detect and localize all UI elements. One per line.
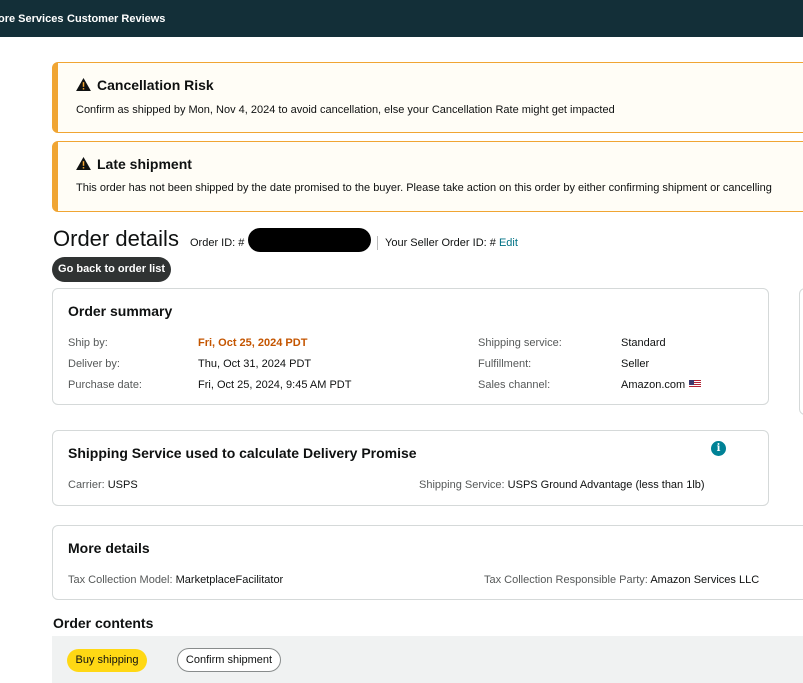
order-summary-title: Order summary: [68, 303, 173, 319]
seller-order-id: Your Seller Order ID: # Edit: [385, 237, 518, 249]
carrier-label: Carrier:: [68, 479, 105, 491]
shipping-service-label: Shipping service:: [478, 337, 562, 349]
alert-title: Cancellation Risk: [76, 77, 214, 93]
alert-title-text: Cancellation Risk: [97, 77, 214, 93]
alert-title: Late shipment: [76, 156, 192, 172]
order-id-label: Order ID: #: [190, 237, 245, 249]
shipping-service-value: Standard: [621, 337, 666, 349]
tax-collection-model: Tax Collection Model: MarketplaceFacilit…: [68, 574, 283, 586]
fulfillment-value: Seller: [621, 358, 650, 370]
tax-responsible-party: Tax Collection Responsible Party: Amazon…: [484, 574, 759, 586]
tax-party-label: Tax Collection Responsible Party:: [484, 574, 648, 586]
confirm-shipment-button[interactable]: Confirm shipment: [177, 648, 281, 672]
more-details-card: More details Tax Collection Model: Marke…: [52, 525, 803, 600]
ship-by-value: Fri, Oct 25, 2024 PDT: [198, 337, 308, 349]
alert-message: This order has not been shipped by the d…: [76, 182, 772, 194]
ship-by-label: Ship by:: [68, 337, 108, 349]
warning-icon: [76, 157, 91, 170]
buy-shipping-button[interactable]: Buy shipping: [67, 649, 147, 672]
shipping-service-detail: Shipping Service: USPS Ground Advantage …: [419, 479, 705, 491]
deliver-by-label: Deliver by:: [68, 358, 120, 370]
tax-model-value: MarketplaceFacilitator: [175, 574, 284, 586]
shipping-service-detail-label: Shipping Service:: [419, 479, 505, 491]
tax-model-label: Tax Collection Model:: [68, 574, 173, 586]
alert-message: Confirm as shipped by Mon, Nov 4, 2024 t…: [76, 104, 615, 116]
edit-link[interactable]: Edit: [499, 237, 518, 249]
late-shipment-alert: Late shipment This order has not been sh…: [52, 141, 803, 212]
order-contents-title: Order contents: [53, 615, 154, 631]
order-summary-card: Order summary Ship by: Fri, Oct 25, 2024…: [52, 288, 769, 405]
nav-item-customer-reviews[interactable]: Customer Reviews: [67, 13, 165, 25]
order-contents-actions: Buy shipping Confirm shipment: [52, 636, 803, 683]
shipping-service-card: Shipping Service used to calculate Deliv…: [52, 430, 769, 506]
us-flag-icon: [689, 380, 702, 388]
seller-order-id-label: Your Seller Order ID: #: [385, 237, 496, 249]
shipping-service-detail-value: USPS Ground Advantage (less than 1lb): [507, 479, 705, 491]
info-icon[interactable]: i: [711, 441, 726, 456]
nav-item-store-services[interactable]: ore Services: [0, 13, 63, 25]
alert-title-text: Late shipment: [97, 156, 192, 172]
carrier-value: USPS: [107, 479, 138, 491]
cancellation-risk-alert: Cancellation Risk Confirm as shipped by …: [52, 62, 803, 133]
side-panel-edge: [799, 288, 803, 415]
sales-channel-value: Amazon.com: [621, 379, 702, 391]
carrier: Carrier: USPS: [68, 479, 138, 491]
page-title: Order details: [53, 226, 179, 251]
deliver-by-value: Thu, Oct 31, 2024 PDT: [198, 358, 312, 370]
sales-channel-label: Sales channel:: [478, 379, 551, 391]
back-to-order-list-button[interactable]: Go back to order list: [52, 257, 171, 282]
purchase-date-value: Fri, Oct 25, 2024, 9:45 AM PDT: [198, 379, 352, 391]
warning-icon: [76, 78, 91, 91]
divider: [377, 236, 378, 250]
shipping-service-title: Shipping Service used to calculate Deliv…: [68, 445, 417, 461]
top-navigation-bar: ore Services Customer Reviews: [0, 0, 803, 37]
sales-channel-text: Amazon.com: [621, 379, 686, 391]
more-details-title: More details: [68, 540, 150, 556]
tax-party-value: Amazon Services LLC: [650, 574, 760, 586]
redacted-order-id: [248, 228, 371, 252]
fulfillment-label: Fulfillment:: [478, 358, 532, 370]
purchase-date-label: Purchase date:: [68, 379, 142, 391]
